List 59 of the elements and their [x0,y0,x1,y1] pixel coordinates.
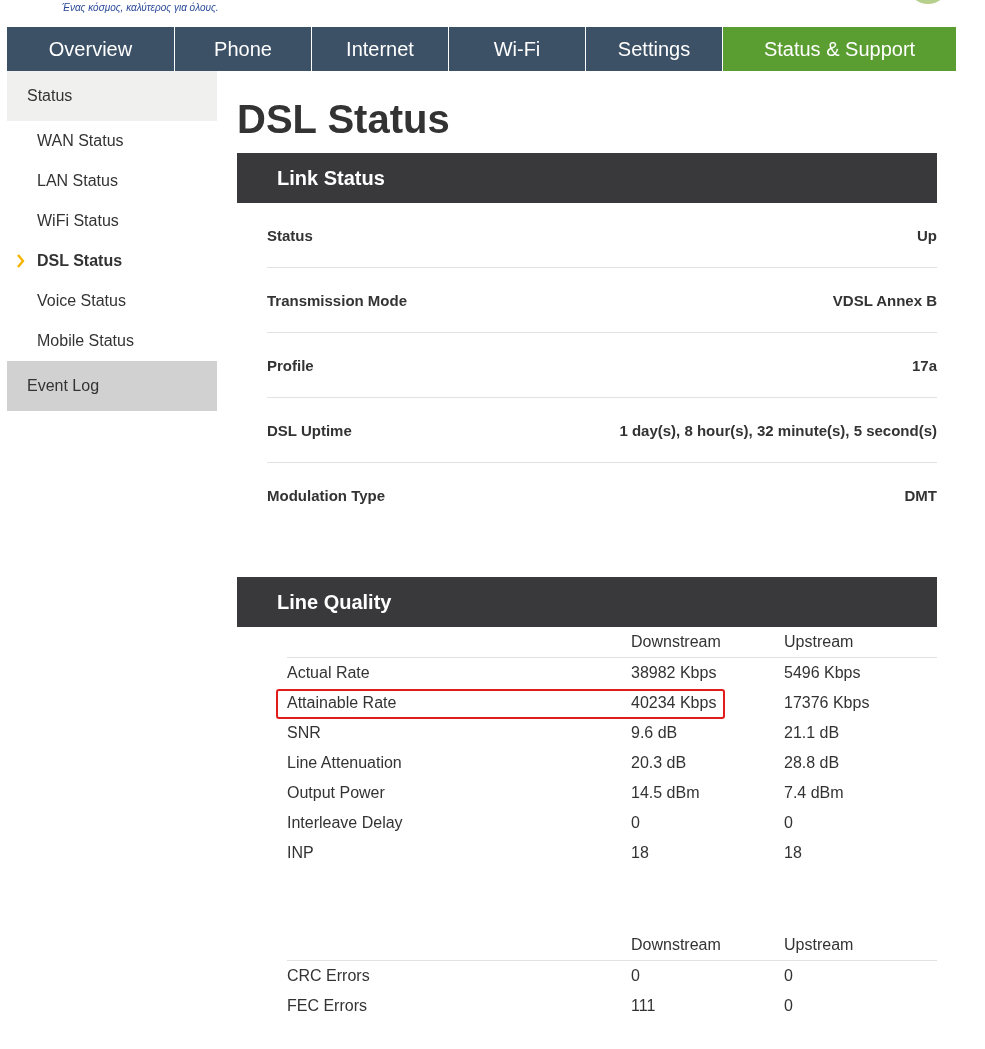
nav-tab[interactable]: Overview [7,27,175,71]
sidebar-item[interactable]: Mobile Status [37,332,134,350]
field-value: Up [917,226,937,244]
table-cell-text: FEC Errors [287,997,368,1015]
field-label: Modulation Type [267,486,386,504]
field-value: 17a [911,356,937,374]
table-cell-text: 0 [784,967,794,985]
table-cell-text: CRC Errors [287,967,371,985]
logo-tagline: Ένας κόσμος, καλύτερος για όλους. [62,2,219,14]
column-header: Downstream [631,936,722,954]
field-label: DSL Uptime [267,421,352,439]
table-cell-text: 7.4 dBm [784,784,845,802]
table-cell-text: 14.5 dBm [631,784,701,802]
nav-tab[interactable]: Internet [312,27,449,71]
table-cell-text: 111 [631,997,657,1015]
column-header: Downstream [631,633,722,651]
table-cell-text: 18 [631,844,650,862]
column-header: Upstream [784,633,855,651]
table-cell-text: Attainable Rate [287,694,398,712]
nav-tab[interactable]: Settings [586,27,723,71]
page-title: DSL Status [237,97,451,141]
table-cell-text: 0 [784,814,794,832]
table-cell-text: 9.6 dB [631,724,679,742]
sidebar-item[interactable]: WAN Status [37,132,124,150]
field-label: Transmission Mode [267,291,408,309]
sidebar-item[interactable]: WiFi Status [37,212,119,230]
table-cell-text: 5496 Kbps [784,664,862,682]
table-cell-text: 28.8 dB [784,754,841,772]
section-header: Link Status [237,153,937,203]
table-cell-text: 0 [631,967,641,985]
table-cell-text: Line Attenuation [287,754,403,772]
table-cell-text: 40234 Kbps [631,694,718,712]
table-cell-text: 20.3 dB [631,754,688,772]
table-cell-text: 21.1 dB [784,724,841,742]
field-value: 1 day(s), 8 hour(s), 32 minute(s), 5 second(s) [619,421,937,439]
nav-tab[interactable]: Phone [175,27,312,71]
table-cell-text: INP [287,844,315,862]
sidebar-group[interactable]: Status [7,71,217,121]
table-cell-text: SNR [287,724,322,742]
table-cell-text: 38982 Kbps [631,664,718,682]
sidebar-item[interactable]: DSL Status [37,252,123,270]
field-label: Status [267,226,313,244]
chevron-icon [17,254,25,268]
table-cell-text: Actual Rate [287,664,371,682]
field-value: VDSL Annex B [832,291,937,309]
section-header: Line Quality [237,577,937,627]
table-cell-text: 17376 Kbps [784,694,871,712]
sidebar-item[interactable]: Voice Status [37,292,126,310]
sidebar-item[interactable]: LAN Status [37,172,118,190]
nav-tab[interactable]: Wi-Fi [449,27,586,71]
table-cell-text: 0 [784,997,794,1015]
field-label: Profile [267,356,314,374]
column-header: Upstream [784,936,855,954]
table-cell-text: Interleave Delay [287,814,404,832]
sidebar-group[interactable]: Event Log [7,361,217,411]
field-value: DMT [904,486,937,504]
table-cell-text: 0 [631,814,641,832]
table-cell-text: 18 [784,844,803,862]
table-cell-text: Output Power [287,784,386,802]
